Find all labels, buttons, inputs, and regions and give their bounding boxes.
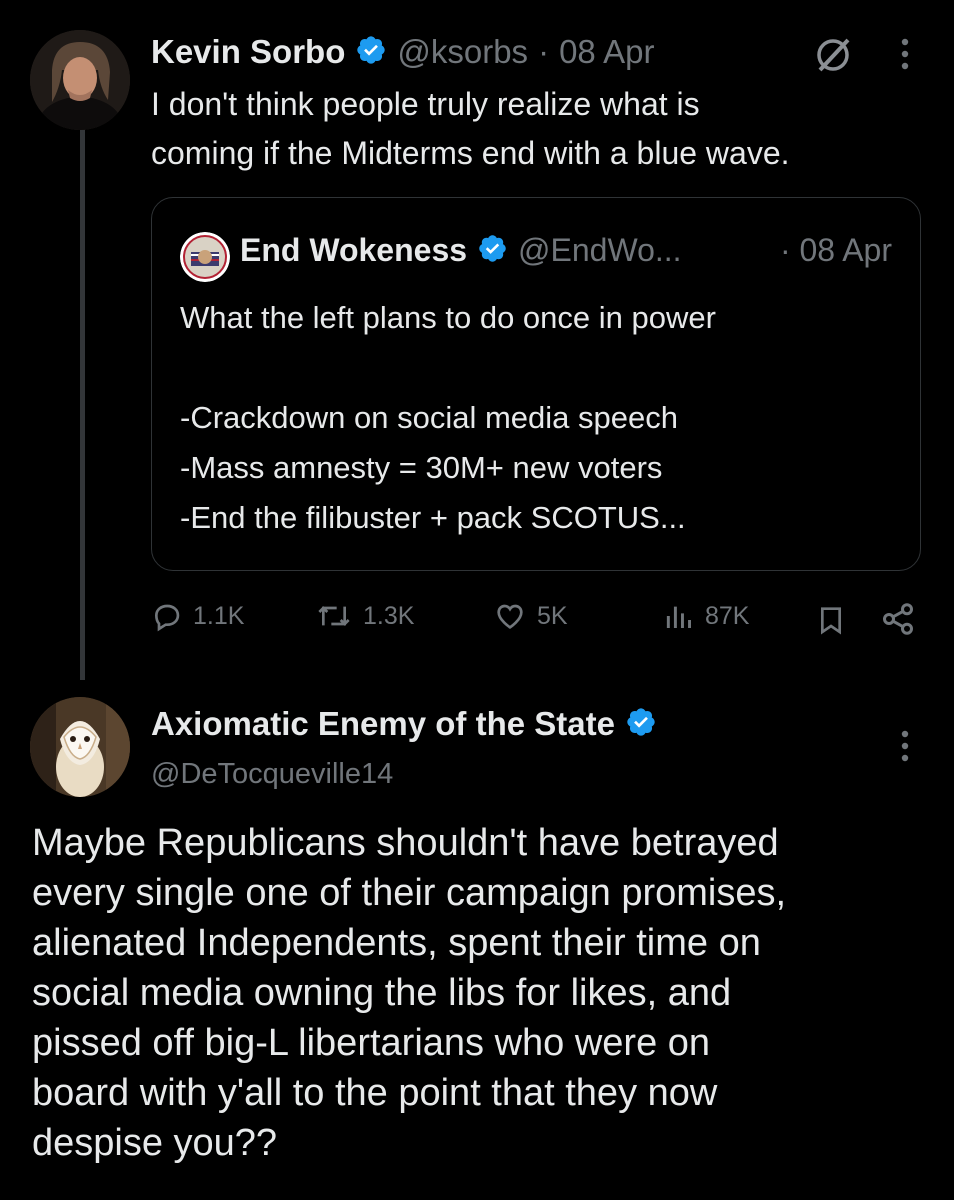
share-icon[interactable] [880, 601, 916, 642]
kevin-sorbo-avatar[interactable] [30, 30, 130, 130]
verified-badge-icon [477, 233, 508, 269]
more-icon[interactable] [895, 36, 915, 81]
quoted-author-name: End Wokeness [240, 232, 468, 268]
verified-badge-icon [355, 34, 387, 71]
more-icon[interactable] [895, 728, 915, 773]
quoted-tweet-text: What the left plans to do once in power … [180, 293, 900, 543]
reply-text-line: alienated Independents, spent their time… [32, 922, 761, 964]
tweet-text: I don't think people truly realize what … [151, 80, 790, 178]
tweet-text-line: I don't think people truly realize what … [151, 86, 700, 122]
reply-header: Axiomatic Enemy of the State [151, 705, 657, 743]
reply-author-avatar[interactable] [30, 697, 130, 797]
tweet-text-line: coming if the Midterms end with a blue w… [151, 135, 790, 171]
reply-author-name[interactable]: Axiomatic Enemy of the State [151, 705, 615, 743]
quoted-tweet-card[interactable]: End Wokeness @EndWo... · 08 Apr What the… [151, 197, 921, 571]
thread-connector-line [80, 128, 85, 680]
bookmark-icon[interactable] [815, 603, 847, 642]
reply-icon [151, 600, 183, 632]
quoted-text-line: What the left plans to do once in power [180, 300, 716, 335]
reply-text-line: Maybe Republicans shouldn't have betraye… [32, 822, 779, 864]
retweet-icon [315, 600, 353, 632]
like-action[interactable]: 5K [493, 600, 568, 632]
quoted-tweet-date: · 08 Apr [779, 232, 892, 268]
end-wokeness-avatar [180, 232, 230, 282]
tweet-date[interactable]: 08 Apr [559, 33, 654, 71]
views-action[interactable]: 87K [663, 600, 749, 632]
tweet-header: Kevin Sorbo @ksorbs · 08 Apr [151, 33, 654, 71]
reply-text-line: despise you?? [32, 1122, 278, 1164]
reply-action[interactable]: 1.1K [151, 600, 244, 632]
reply-text-line: board with y'all to the point that they … [32, 1072, 718, 1114]
author-name[interactable]: Kevin Sorbo [151, 33, 345, 71]
dot-separator: · [538, 33, 550, 70]
reply-text-line: every single one of their campaign promi… [32, 872, 787, 914]
reply-text: Maybe Republicans shouldn't have betraye… [32, 818, 922, 1168]
views-count: 87K [705, 601, 750, 630]
quoted-text-line: -Mass amnesty = 30M+ new voters [180, 450, 663, 485]
grok-icon[interactable] [812, 34, 854, 81]
quoted-text-line: -End the filibuster + pack SCOTUS... [180, 500, 686, 535]
reply-text-line: pissed off big-L libertarians who were o… [32, 1022, 711, 1064]
retweet-count: 1.3K [363, 601, 415, 630]
reply-author-handle[interactable]: @DeTocqueville14 [151, 758, 393, 791]
verified-badge-icon [625, 706, 657, 743]
quoted-tweet-header: End Wokeness @EndWo... [240, 232, 682, 269]
retweet-action[interactable]: 1.3K [315, 600, 414, 632]
quoted-author-handle: @EndWo... [518, 232, 682, 268]
author-handle[interactable]: @ksorbs [397, 33, 528, 71]
views-icon [663, 600, 695, 632]
reply-text-line: social media owning the libs for likes, … [32, 972, 732, 1014]
reply-count: 1.1K [193, 601, 245, 630]
like-count: 5K [537, 601, 568, 630]
like-icon [493, 600, 527, 632]
quoted-text-line: -Crackdown on social media speech [180, 400, 678, 435]
